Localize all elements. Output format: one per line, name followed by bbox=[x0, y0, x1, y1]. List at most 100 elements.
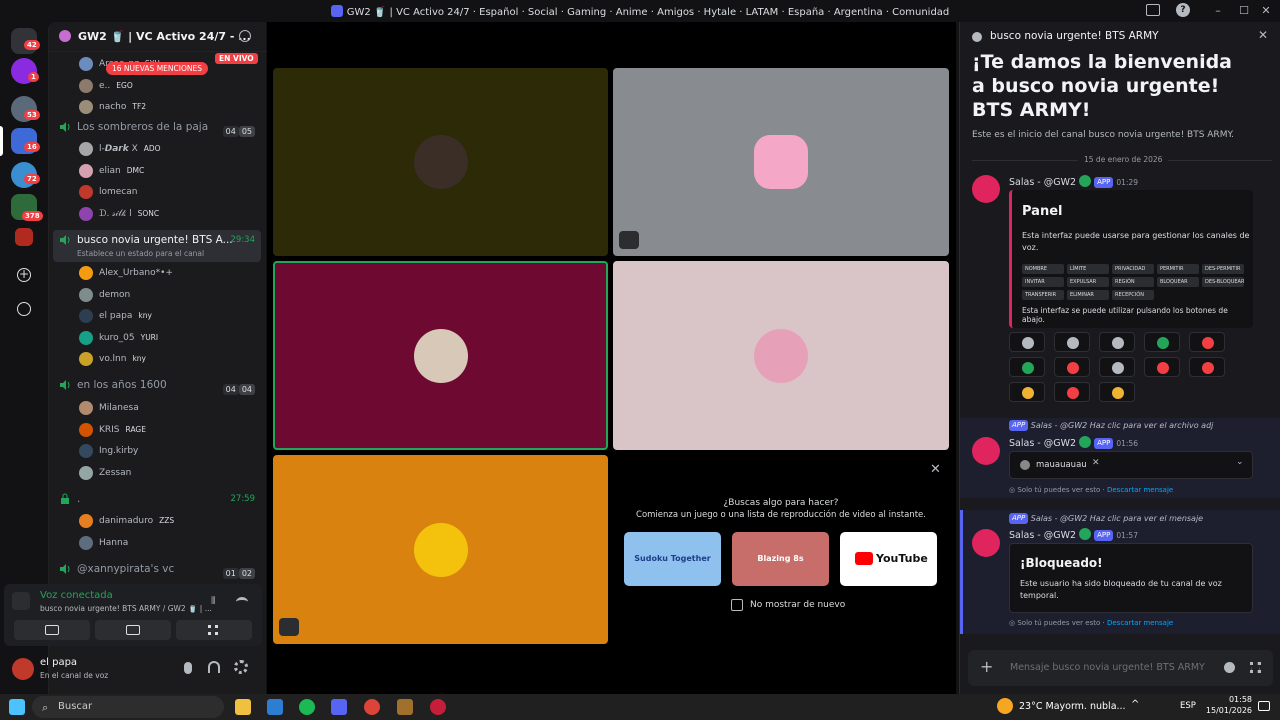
voice-channel-busco[interactable]: busco novia urgente! BTS A... 29:34 bbox=[55, 230, 261, 250]
panel-button[interactable] bbox=[1009, 357, 1045, 377]
video-tile-user5[interactable] bbox=[273, 455, 608, 644]
invite-icon[interactable] bbox=[239, 30, 251, 42]
panel-tag: PRIVACIDAD bbox=[1112, 264, 1154, 274]
clock-date[interactable]: 15/01/2026 bbox=[1202, 706, 1252, 715]
emoji-icon[interactable] bbox=[1224, 662, 1235, 673]
spotify-icon[interactable] bbox=[299, 699, 315, 715]
minecraft-icon[interactable] bbox=[397, 699, 413, 715]
activity-sudoku[interactable]: Sudoku Together bbox=[624, 532, 721, 586]
video-tile-user4[interactable] bbox=[613, 261, 949, 450]
voice-user[interactable]: ᗪ. 𝓈𝒾𝓁𝓀 l SONC bbox=[79, 205, 159, 223]
camera-button[interactable] bbox=[14, 620, 90, 640]
new-mentions-pill[interactable]: 16 NUEVAS MENCIONES bbox=[106, 62, 208, 75]
server-icon[interactable] bbox=[15, 228, 33, 246]
panel-button[interactable] bbox=[1054, 357, 1090, 377]
maximize-button[interactable]: ☐ bbox=[1234, 3, 1254, 19]
user-select-dropdown[interactable]: mauauauau ✕ ⌄ bbox=[1009, 451, 1253, 479]
voice-user[interactable]: e.. EGO bbox=[79, 77, 133, 95]
add-server-icon[interactable]: + bbox=[17, 268, 31, 282]
voice-user[interactable]: kuro_05 YURI bbox=[79, 329, 158, 347]
close-chat-icon[interactable]: ✕ bbox=[1258, 28, 1268, 42]
inbox-icon[interactable] bbox=[1146, 4, 1160, 16]
panel-button[interactable] bbox=[1099, 382, 1135, 402]
reply-preview[interactable]: APP Salas - @GW2 Haz clic para ver el ar… bbox=[1009, 420, 1213, 431]
signal-icon[interactable] bbox=[12, 592, 30, 610]
voice-user[interactable]: elian DMC bbox=[79, 162, 144, 180]
voice-user[interactable]: el papa kny bbox=[79, 307, 152, 325]
voice-channel-1600[interactable]: en los años 1600 04 04 bbox=[55, 375, 261, 395]
video-tile-user1[interactable] bbox=[273, 68, 608, 256]
microphone-icon[interactable] bbox=[184, 662, 192, 674]
close-activity-icon[interactable]: ✕ bbox=[930, 462, 941, 477]
disconnect-icon[interactable] bbox=[236, 597, 248, 607]
dont-show-checkbox[interactable] bbox=[731, 599, 743, 611]
app-icon[interactable] bbox=[430, 699, 446, 715]
panel-button[interactable] bbox=[1099, 357, 1135, 377]
panel-button[interactable] bbox=[1099, 332, 1135, 352]
voice-user[interactable]: Ing.kirby bbox=[79, 442, 144, 460]
noise-suppression-icon[interactable]: ⦀ bbox=[211, 596, 223, 608]
voice-user[interactable]: nacho TF2 bbox=[79, 98, 146, 116]
voice-user[interactable]: l-𝘿𝙖𝙧𝙠 X ADO bbox=[79, 140, 161, 158]
app-icon[interactable] bbox=[267, 699, 283, 715]
voice-user[interactable]: demon bbox=[79, 286, 136, 304]
tray-chevron-icon[interactable]: ^ bbox=[1131, 699, 1139, 710]
clear-selection-icon[interactable]: ✕ bbox=[1092, 458, 1100, 468]
headphones-icon[interactable] bbox=[208, 661, 220, 673]
add-attachment-icon[interactable]: + bbox=[980, 658, 993, 676]
panel-button[interactable] bbox=[1054, 382, 1090, 402]
voice-user[interactable]: lomecan bbox=[79, 183, 143, 201]
panel-button[interactable] bbox=[1009, 332, 1045, 352]
notifications-icon[interactable] bbox=[1258, 701, 1270, 711]
help-icon[interactable]: ? bbox=[1176, 3, 1190, 17]
bot-avatar[interactable] bbox=[972, 437, 1000, 465]
panel-button[interactable] bbox=[1189, 332, 1225, 352]
close-window-button[interactable]: ✕ bbox=[1256, 3, 1276, 19]
panel-button[interactable] bbox=[1144, 332, 1180, 352]
username[interactable]: el papa bbox=[40, 657, 77, 668]
channel-status[interactable]: Establece un estado para el canal bbox=[77, 249, 204, 258]
panel-button[interactable] bbox=[1189, 357, 1225, 377]
server-header[interactable]: GW2 🥤 | VC Activo 24/7 - ... bbox=[49, 22, 267, 52]
windows-start-icon[interactable] bbox=[9, 699, 25, 715]
panel-button[interactable] bbox=[1054, 332, 1090, 352]
panel-button[interactable] bbox=[1144, 357, 1180, 377]
apps-icon[interactable] bbox=[1250, 662, 1261, 673]
activity-youtube[interactable]: YouTube bbox=[840, 532, 937, 586]
clock-time[interactable]: 01:58 bbox=[1202, 695, 1252, 704]
language-indicator[interactable]: ESP bbox=[1180, 701, 1196, 711]
voice-user[interactable]: Alex_Urbano*•+ bbox=[79, 264, 179, 282]
bot-avatar[interactable] bbox=[972, 175, 1000, 203]
video-tile-user2[interactable] bbox=[613, 68, 949, 256]
panel-button[interactable] bbox=[1009, 382, 1045, 402]
taskbar-search[interactable]: ⌕ Buscar bbox=[32, 696, 224, 718]
dismiss-link[interactable]: Descartar mensaje bbox=[1107, 619, 1173, 627]
voice-user[interactable]: KRIS RAGE bbox=[79, 421, 146, 439]
weather-label[interactable]: 23°C Mayorm. nubla... bbox=[1019, 701, 1126, 712]
avatar[interactable] bbox=[12, 658, 34, 680]
voice-channel-sombreros[interactable]: Los sombreros de la paja 04 05 bbox=[55, 117, 261, 137]
activities-button[interactable] bbox=[176, 620, 252, 640]
voice-channel-xanny[interactable]: @xannypirata's vc 01 02 bbox=[55, 559, 261, 579]
voice-user[interactable]: Zessan bbox=[79, 464, 137, 482]
discord-icon[interactable] bbox=[331, 699, 347, 715]
voice-channel-locked[interactable]: . 27:59 bbox=[55, 489, 261, 509]
chrome-icon[interactable] bbox=[364, 699, 380, 715]
voice-user[interactable]: vo.lnn kny bbox=[79, 350, 146, 368]
dismiss-link[interactable]: Descartar mensaje bbox=[1107, 486, 1173, 494]
activity-blazing8s[interactable]: Blazing 8s bbox=[732, 532, 829, 586]
message-input[interactable]: + Mensaje busco novia urgente! BTS ARMY bbox=[968, 650, 1273, 686]
voice-user[interactable]: Hanna bbox=[79, 534, 134, 552]
bot-avatar[interactable] bbox=[972, 529, 1000, 557]
voice-status[interactable]: Voz conectada bbox=[40, 590, 113, 601]
discover-icon[interactable] bbox=[17, 302, 31, 316]
video-tile-speaking[interactable] bbox=[273, 261, 608, 450]
reply-preview[interactable]: APP Salas - @GW2 Haz clic para ver el me… bbox=[1009, 513, 1203, 524]
voice-user[interactable]: Milanesa bbox=[79, 399, 145, 417]
file-explorer-icon[interactable] bbox=[235, 699, 251, 715]
voice-user[interactable]: danimaduro ZZS bbox=[79, 512, 174, 530]
screen-share-button[interactable] bbox=[95, 620, 171, 640]
minimize-button[interactable]: – bbox=[1208, 3, 1228, 19]
settings-gear-icon[interactable] bbox=[234, 660, 248, 674]
voice-channel-path[interactable]: busco novia urgente! BTS ARMY / GW2 🥤 | … bbox=[40, 604, 212, 613]
